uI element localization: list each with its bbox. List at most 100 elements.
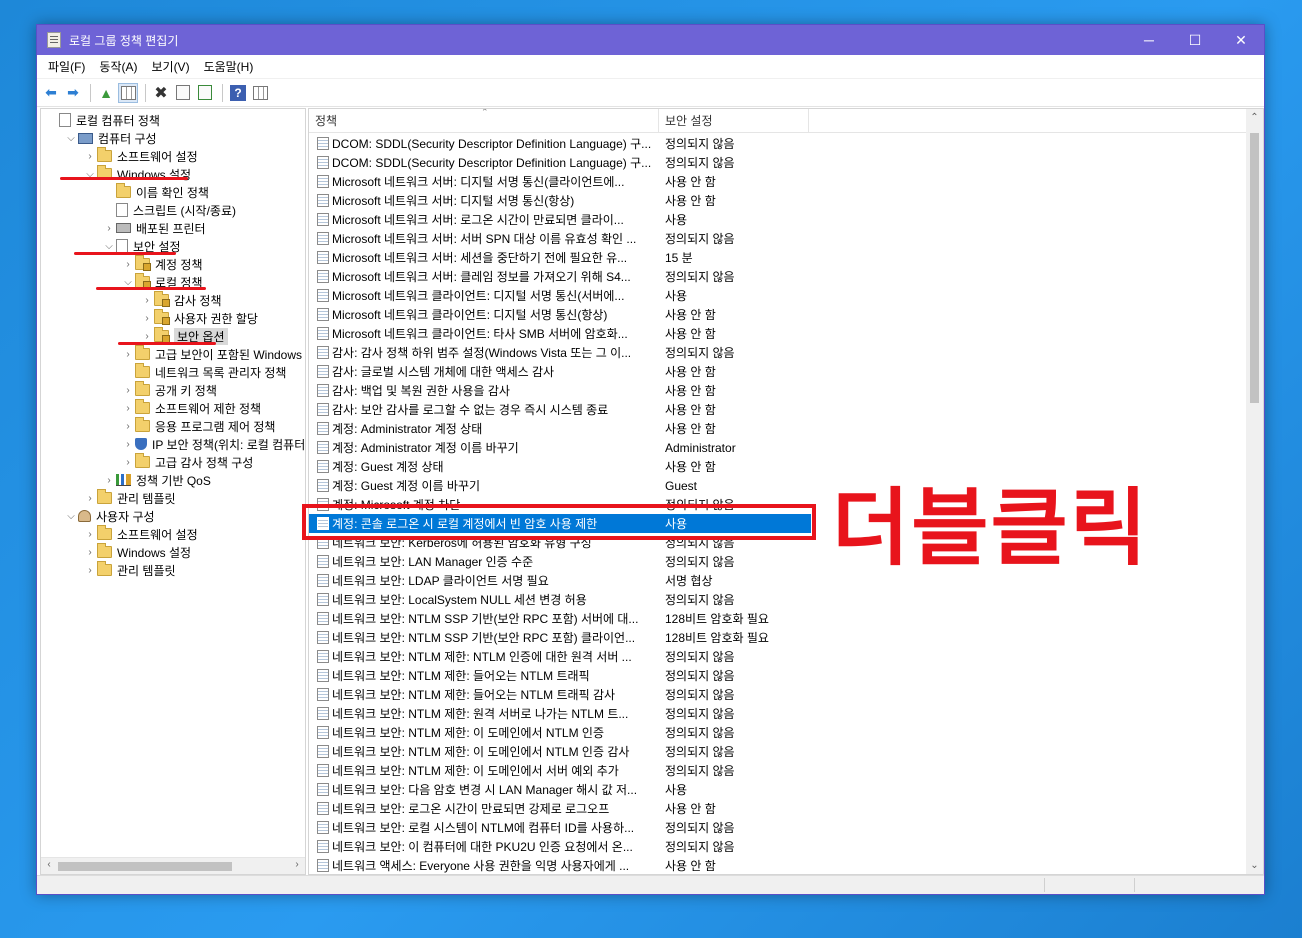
tree-user-windows-settings[interactable]: › Windows 설정 [83, 543, 191, 561]
tree-app-control[interactable]: › 응용 프로그램 제어 정책 [121, 417, 275, 435]
tree-software-restriction[interactable]: › 소프트웨어 제한 정책 [121, 399, 261, 417]
menu-file[interactable]: 파일(F) [41, 56, 92, 77]
policy-row[interactable]: 계정: Administrator 계정 이름 바꾸기 Administrator [309, 438, 807, 457]
tree-software-settings[interactable]: › 소프트웨어 설정 [83, 147, 198, 165]
policy-row[interactable]: 네트워크 액세스: Everyone 사용 권한을 익명 사용자에게 ... 사용… [309, 856, 807, 874]
tree-user-admin-templates[interactable]: › 관리 템플릿 [83, 561, 176, 579]
expand-chevron-icon[interactable]: › [121, 349, 135, 360]
expand-chevron-icon[interactable]: › [83, 493, 97, 504]
policy-row[interactable]: 네트워크 보안: NTLM 제한: 원격 서버로 나가는 NTLM 트... 정의… [309, 704, 807, 723]
tree-computer-config[interactable]: ⌵ 컴퓨터 구성 [64, 129, 156, 147]
policy-row[interactable]: 네트워크 보안: LAN Manager 인증 수준 정의되지 않음 [309, 552, 807, 571]
menu-action[interactable]: 동작(A) [92, 56, 144, 77]
expand-chevron-icon[interactable]: › [121, 403, 135, 414]
policy-row[interactable]: Microsoft 네트워크 서버: 세션을 중단하기 전에 필요한 유... 1… [309, 248, 807, 267]
policy-row[interactable]: Microsoft 네트워크 서버: 디지털 서명 통신(클라이언트에... 사용… [309, 172, 807, 191]
policy-row[interactable]: Microsoft 네트워크 서버: 로그온 시간이 만료되면 클라이... 사용 [309, 210, 807, 229]
policy-row[interactable]: 네트워크 보안: NTLM SSP 기반(보안 RPC 포함) 클라이언... 1… [309, 628, 807, 647]
show-hide-tree-icon[interactable] [118, 82, 138, 103]
expand-chevron-icon[interactable]: › [83, 151, 97, 162]
scroll-left-arrow-icon[interactable]: ‹ [41, 859, 57, 870]
maximize-button[interactable]: ☐ [1172, 25, 1218, 55]
tree-windows-firewall[interactable]: › 고급 보안이 포함된 Windows D [121, 345, 305, 363]
back-arrow-icon[interactable]: ⬅ [41, 83, 61, 103]
expand-chevron-icon[interactable]: › [121, 259, 135, 270]
collapse-chevron-icon[interactable]: ⌵ [64, 133, 78, 144]
tree-advanced-audit[interactable]: › 고급 감사 정책 구성 [121, 453, 253, 471]
policy-row[interactable]: Microsoft 네트워크 서버: 서버 SPN 대상 이름 유효성 확인 .… [309, 229, 807, 248]
view-grid-icon[interactable] [250, 83, 270, 103]
collapse-chevron-icon[interactable]: ⌵ [64, 511, 78, 522]
expand-chevron-icon[interactable]: › [83, 547, 97, 558]
expand-chevron-icon[interactable]: › [83, 565, 97, 576]
policy-row[interactable]: Microsoft 네트워크 서버: 디지털 서명 통신(항상) 사용 안 함 [309, 191, 807, 210]
menu-view[interactable]: 보기(V) [144, 56, 196, 77]
tree-deployed-printers[interactable]: › 배포된 프린터 [102, 219, 205, 237]
forward-arrow-icon[interactable]: ➡ [63, 83, 83, 103]
tree-network-list-manager[interactable]: 네트워크 목록 관리자 정책 [121, 363, 286, 381]
policy-row[interactable]: 네트워크 보안: 로그온 시간이 만료되면 강제로 로그오프 사용 안 함 [309, 799, 807, 818]
expand-chevron-icon[interactable]: › [102, 223, 116, 234]
policy-row[interactable]: 감사: 글로벌 시스템 개체에 대한 액세스 감사 사용 안 함 [309, 362, 807, 381]
tree-root-local-computer-policy[interactable]: 로컬 컴퓨터 정책 [45, 111, 160, 129]
tree-ip-security[interactable]: › IP 보안 정책(위치: 로컬 컴퓨터 [121, 435, 305, 453]
expand-chevron-icon[interactable]: › [83, 529, 97, 540]
policy-row[interactable]: 네트워크 보안: 로컬 시스템이 NTLM에 컴퓨터 ID를 사용하... 정의되… [309, 818, 807, 837]
scroll-right-arrow-icon[interactable]: › [289, 859, 305, 870]
policy-row[interactable]: 네트워크 보안: NTLM SSP 기반(보안 RPC 포함) 서버에 대...… [309, 609, 807, 628]
policy-row[interactable]: Microsoft 네트워크 서버: 클레임 정보를 가져오기 위해 S4...… [309, 267, 807, 286]
expand-chevron-icon[interactable]: › [121, 457, 135, 468]
properties-icon[interactable] [173, 83, 193, 103]
expand-chevron-icon[interactable]: › [121, 421, 135, 432]
policy-row[interactable]: 네트워크 보안: NTLM 제한: 들어오는 NTLM 트래픽 감사 정의되지 않… [309, 685, 807, 704]
tree-scripts[interactable]: 스크립트 (시작/종료) [102, 201, 236, 219]
tree-name-resolution-policy[interactable]: 이름 확인 정책 [102, 183, 209, 201]
policy-row[interactable]: 네트워크 보안: 다음 암호 변경 시 LAN Manager 해시 값 저..… [309, 780, 807, 799]
policy-row[interactable]: 네트워크 보안: 이 컴퓨터에 대한 PKU2U 인증 요청에서 온... 정의되… [309, 837, 807, 856]
tree-horizontal-scrollbar[interactable]: ‹ › [41, 857, 305, 874]
tree-user-rights[interactable]: › 사용자 권한 할당 [140, 309, 258, 327]
tree-admin-templates[interactable]: › 관리 템플릿 [83, 489, 176, 507]
scroll-thumb[interactable] [1250, 133, 1259, 403]
minimize-button[interactable]: ─ [1126, 25, 1172, 55]
policy-row[interactable]: 계정: Guest 계정 이름 바꾸기 Guest [309, 476, 807, 495]
up-folder-icon[interactable]: ▲ [96, 83, 116, 103]
collapse-chevron-icon[interactable]: ⌵ [121, 277, 135, 288]
collapse-chevron-icon[interactable]: ⌵ [102, 241, 116, 252]
menu-help[interactable]: 도움말(H) [197, 56, 261, 77]
policy-row[interactable]: 네트워크 보안: LocalSystem NULL 세션 변경 허용 정의되지 않… [309, 590, 807, 609]
expand-chevron-icon[interactable]: › [140, 295, 154, 306]
tree-user-software-settings[interactable]: › 소프트웨어 설정 [83, 525, 198, 543]
column-header-setting[interactable]: 보안 설정 [659, 109, 809, 133]
policy-row[interactable]: 계정: Administrator 계정 상태 사용 안 함 [309, 419, 807, 438]
policy-row[interactable]: 감사: 감사 정책 하위 범주 설정(Windows Vista 또는 그 이.… [309, 343, 807, 362]
policy-row[interactable]: DCOM: SDDL(Security Descriptor Definitio… [309, 134, 807, 153]
policy-row[interactable]: Microsoft 네트워크 클라이언트: 디지털 서명 통신(항상) 사용 안 … [309, 305, 807, 324]
list-vertical-scrollbar[interactable]: ⌃ ⌄ [1246, 109, 1263, 874]
policy-row[interactable]: 네트워크 보안: NTLM 제한: 들어오는 NTLM 트래픽 정의되지 않음 [309, 666, 807, 685]
policy-row[interactable]: 감사: 백업 및 복원 권한 사용을 감사 사용 안 함 [309, 381, 807, 400]
policy-row[interactable]: Microsoft 네트워크 클라이언트: 디지털 서명 통신(서버에... 사용 [309, 286, 807, 305]
delete-icon[interactable]: ✖ [151, 83, 171, 103]
policy-row[interactable]: DCOM: SDDL(Security Descriptor Definitio… [309, 153, 807, 172]
expand-chevron-icon[interactable]: › [121, 439, 135, 450]
policy-row[interactable]: 네트워크 보안: NTLM 제한: 이 도메인에서 NTLM 인증 감사 정의되지… [309, 742, 807, 761]
tree-qos[interactable]: › 정책 기반 QoS [102, 471, 211, 489]
close-button[interactable]: ✕ [1218, 25, 1264, 55]
expand-chevron-icon[interactable]: › [140, 313, 154, 324]
tree-account-policies[interactable]: › 계정 정책 [121, 255, 203, 273]
help-icon[interactable]: ? [228, 83, 248, 103]
scroll-thumb[interactable] [58, 862, 232, 871]
tree-user-config[interactable]: ⌵ 사용자 구성 [64, 507, 154, 525]
policy-row[interactable]: 감사: 보안 감사를 로그할 수 없는 경우 즉시 시스템 종료 사용 안 함 [309, 400, 807, 419]
scroll-down-arrow-icon[interactable]: ⌄ [1246, 860, 1263, 871]
policy-row[interactable]: 네트워크 보안: NTLM 제한: 이 도메인에서 서버 예외 추가 정의되지 않… [309, 761, 807, 780]
policy-row[interactable]: Microsoft 네트워크 클라이언트: 타사 SMB 서버에 암호화... 사… [309, 324, 807, 343]
tree-audit-policy[interactable]: › 감사 정책 [140, 291, 222, 309]
policy-row[interactable]: 네트워크 보안: NTLM 제한: 이 도메인에서 NTLM 인증 정의되지 않음 [309, 723, 807, 742]
policy-row[interactable]: 네트워크 보안: LDAP 클라이언트 서명 필요 서명 협상 [309, 571, 807, 590]
scroll-up-arrow-icon[interactable]: ⌃ [1246, 112, 1263, 123]
export-list-icon[interactable] [195, 83, 215, 103]
expand-chevron-icon[interactable]: › [102, 475, 116, 486]
policy-row[interactable]: 계정: Guest 계정 상태 사용 안 함 [309, 457, 807, 476]
